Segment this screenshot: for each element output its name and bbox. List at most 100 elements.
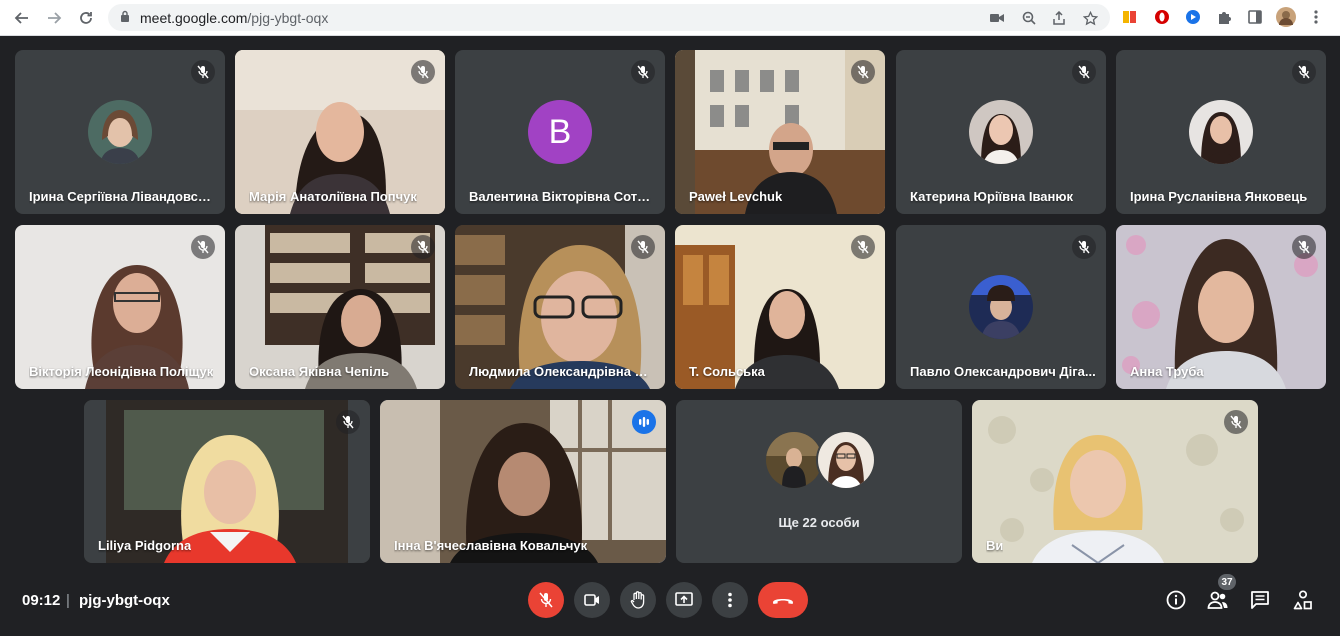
participant-avatar xyxy=(88,100,152,164)
meeting-controls-bar: 09:12 | pjg-ybgt-oqx 37 xyxy=(0,574,1340,636)
profile-avatar[interactable] xyxy=(1276,7,1296,27)
participant-tile[interactable]: Вікторія Леонідівна Поліщук xyxy=(15,225,225,389)
mic-off-icon xyxy=(631,235,655,259)
participant-name: Павло Олександрович Діга... xyxy=(910,364,1096,379)
camera-indicator-icon[interactable] xyxy=(988,9,1006,27)
bookmark-star-icon[interactable] xyxy=(1081,9,1099,27)
reload-icon[interactable] xyxy=(76,8,96,28)
extensions-puzzle-icon[interactable] xyxy=(1214,7,1234,27)
raise-hand-button[interactable] xyxy=(620,582,656,618)
participant-name: Ви xyxy=(986,538,1004,553)
activities-icon xyxy=(1293,590,1312,610)
participant-tile[interactable]: Павло Олександрович Діга... xyxy=(896,225,1106,389)
mic-toggle-button[interactable] xyxy=(528,582,564,618)
side-panel-icon[interactable] xyxy=(1245,7,1265,27)
info-icon xyxy=(1166,590,1186,610)
participant-tile[interactable]: Оксана Яківна Чепіль xyxy=(235,225,445,389)
participant-avatar xyxy=(818,432,874,488)
participant-avatar xyxy=(969,100,1033,164)
mic-off-icon xyxy=(539,592,553,608)
participant-tile[interactable]: Ірина Сергіївна Лівандовська xyxy=(15,50,225,214)
mic-off-icon xyxy=(1292,60,1316,84)
participant-name: Інна В'ячеславівна Ковальчук xyxy=(394,538,588,553)
more-vert-icon xyxy=(728,592,732,608)
url-text: meet.google.com/pjg-ybgt-oqx xyxy=(140,10,328,26)
participant-name: Liliya Pidgorna xyxy=(98,538,192,553)
mic-off-icon xyxy=(1072,235,1096,259)
participant-name: Ірина Русланівна Янковець xyxy=(1130,189,1308,204)
browser-toolbar: meet.google.com/pjg-ybgt-oqx xyxy=(0,0,1340,36)
participant-tile[interactable]: Т. Сольська xyxy=(675,225,885,389)
participant-tile[interactable]: B Валентина Вікторівна Сотні... xyxy=(455,50,665,214)
mic-off-icon xyxy=(631,60,655,84)
meeting-clock: 09:12 xyxy=(22,592,61,609)
forward-icon[interactable] xyxy=(44,8,64,28)
chat-button[interactable] xyxy=(1248,588,1272,612)
letter-avatar: B xyxy=(528,100,592,164)
participant-tile[interactable]: Марія Анатоліївна Попчук xyxy=(235,50,445,214)
participant-tile[interactable]: Ірина Русланівна Янковець xyxy=(1116,50,1326,214)
participant-tile-self[interactable]: Ви xyxy=(972,400,1258,563)
participant-name: Валентина Вікторівна Сотні... xyxy=(469,189,655,204)
participant-name: Марія Анатоліївна Попчук xyxy=(249,189,417,204)
chat-icon xyxy=(1251,591,1269,609)
hang-up-icon xyxy=(773,599,793,604)
leave-call-button[interactable] xyxy=(758,582,808,618)
participant-name: Анна Труба xyxy=(1130,364,1204,379)
url-path: /pjg-ybgt-oqx xyxy=(247,10,329,26)
address-bar[interactable]: meet.google.com/pjg-ybgt-oqx xyxy=(108,4,1110,31)
participant-avatar xyxy=(766,432,822,488)
participant-tile[interactable]: Paweł Levchuk xyxy=(675,50,885,214)
present-icon xyxy=(675,592,693,606)
participant-tile-active-speaker[interactable]: Інна В'ячеславівна Ковальчук xyxy=(380,400,666,563)
hand-icon xyxy=(630,591,645,609)
share-icon[interactable] xyxy=(1050,9,1068,27)
more-participants-label: Ще 22 особи xyxy=(778,515,860,530)
meeting-stage: Ірина Сергіївна Лівандовська Марія Анато… xyxy=(0,36,1340,636)
participant-name: Людмила Олександрівна Тк... xyxy=(469,364,655,379)
mic-off-icon xyxy=(1292,235,1316,259)
present-screen-button[interactable] xyxy=(666,582,702,618)
lock-icon xyxy=(121,10,129,22)
media-extension-icon[interactable] xyxy=(1183,7,1203,27)
details-separator: | xyxy=(66,592,70,609)
participant-name: Т. Сольська xyxy=(689,364,765,379)
bookmark-extension-icon[interactable] xyxy=(1120,7,1140,27)
participant-name: Катерина Юріївна Іванюк xyxy=(910,189,1073,204)
people-button[interactable] xyxy=(1206,588,1230,612)
participant-tile[interactable]: Анна Труба xyxy=(1116,225,1326,389)
participant-tile[interactable]: Катерина Юріївна Іванюк xyxy=(896,50,1106,214)
participant-name: Вікторія Леонідівна Поліщук xyxy=(29,364,214,379)
more-options-button[interactable] xyxy=(712,582,748,618)
camera-toggle-button[interactable] xyxy=(574,582,610,618)
opera-extension-icon[interactable] xyxy=(1152,7,1172,27)
browser-menu-icon[interactable] xyxy=(1306,7,1326,27)
mic-off-icon xyxy=(851,60,875,84)
mic-off-icon xyxy=(411,235,435,259)
mic-off-icon xyxy=(336,410,360,434)
url-host: meet.google.com xyxy=(140,10,248,26)
activities-button[interactable] xyxy=(1291,588,1315,612)
mic-off-icon xyxy=(851,235,875,259)
zoom-icon[interactable] xyxy=(1020,9,1038,27)
meeting-details-button[interactable] xyxy=(1164,588,1188,612)
mic-off-icon xyxy=(1072,60,1096,84)
participant-name: Paweł Levchuk xyxy=(689,189,783,204)
participant-avatar xyxy=(969,275,1033,339)
participant-count-badge: 37 xyxy=(1218,574,1236,590)
mic-off-icon xyxy=(1224,410,1248,434)
camera-icon xyxy=(584,594,599,606)
mic-off-icon xyxy=(191,60,215,84)
back-icon[interactable] xyxy=(12,8,32,28)
people-icon xyxy=(1207,591,1228,609)
speaking-indicator-icon xyxy=(632,410,656,434)
mic-off-icon xyxy=(191,235,215,259)
mic-off-icon xyxy=(411,60,435,84)
more-participants-tile[interactable]: Ще 22 особи xyxy=(676,400,962,563)
participant-tile[interactable]: Людмила Олександрівна Тк... xyxy=(455,225,665,389)
participant-avatar xyxy=(1189,100,1253,164)
participant-tile[interactable]: Liliya Pidgorna xyxy=(84,400,370,563)
meeting-code: pjg-ybgt-oqx xyxy=(79,592,170,609)
participant-name: Ірина Сергіївна Лівандовська xyxy=(29,189,215,204)
participant-video xyxy=(972,400,1258,563)
